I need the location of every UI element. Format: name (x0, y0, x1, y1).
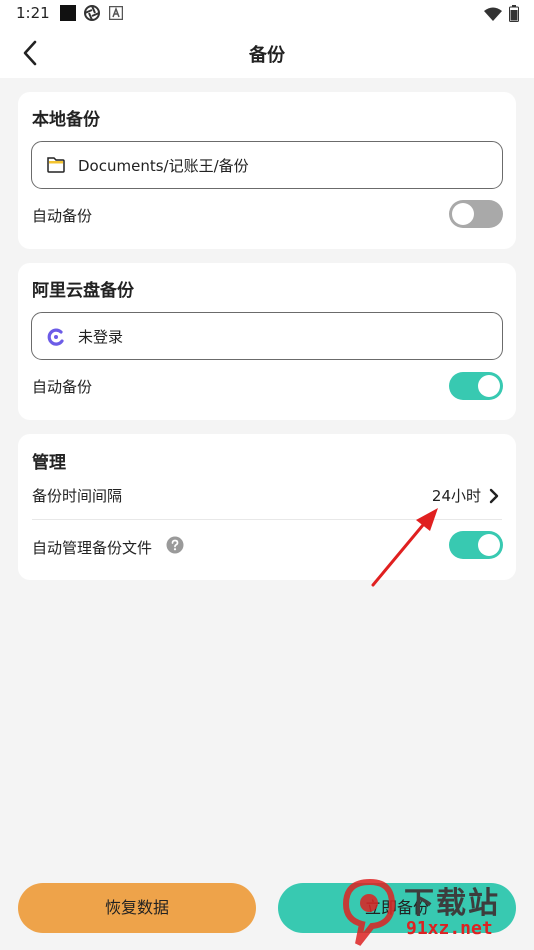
watermark-text: 下载站 (404, 886, 500, 921)
backup-interval-label: 备份时间间隔 (32, 487, 123, 505)
aliyun-backup-card: 阿里云盘备份 未登录 自动备份 (18, 263, 516, 420)
restore-data-button[interactable]: 恢复数据 (18, 883, 256, 933)
local-backup-title: 本地备份 (32, 110, 100, 130)
toggle-knob (478, 534, 500, 556)
wifi-icon (484, 6, 502, 25)
aliyun-login-status: 未登录 (78, 328, 124, 346)
aliyun-drive-icon (46, 327, 66, 351)
toggle-knob (452, 203, 474, 225)
local-auto-backup-label: 自动备份 (32, 207, 93, 225)
battery-icon (509, 5, 519, 26)
watermark: 下载站 91xz.net (334, 870, 534, 950)
status-time: 1:21 (16, 4, 50, 22)
aliyun-backup-title: 阿里云盘备份 (32, 281, 134, 301)
local-backup-path-field[interactable]: Documents/记账王/备份 (31, 141, 503, 189)
page-title: 备份 (249, 45, 285, 66)
local-backup-card: 本地备份 Documents/记账王/备份 自动备份 (18, 92, 516, 249)
aliyun-auto-backup-label: 自动备份 (32, 378, 93, 396)
watermark-url: 91xz.net (406, 918, 493, 939)
notification-square-icon (60, 5, 76, 25)
auto-manage-files-label: 自动管理备份文件 (32, 539, 153, 557)
local-auto-backup-toggle[interactable] (449, 200, 503, 228)
management-title: 管理 (32, 453, 66, 473)
font-icon (108, 5, 124, 24)
chevron-right-icon (488, 488, 500, 508)
aliyun-account-field[interactable]: 未登录 (31, 312, 503, 360)
watermark-logo (342, 878, 396, 946)
help-icon[interactable] (166, 536, 184, 558)
auto-manage-files-toggle[interactable] (449, 531, 503, 559)
annotation-arrow (371, 508, 438, 587)
aperture-icon (84, 5, 100, 25)
status-bar: 1:21 (0, 0, 534, 28)
local-backup-path: Documents/记账王/备份 (78, 157, 249, 175)
folder-icon (46, 156, 66, 178)
toggle-knob (478, 375, 500, 397)
aliyun-auto-backup-toggle[interactable] (449, 372, 503, 400)
top-app-bar: 备份 (0, 28, 534, 78)
